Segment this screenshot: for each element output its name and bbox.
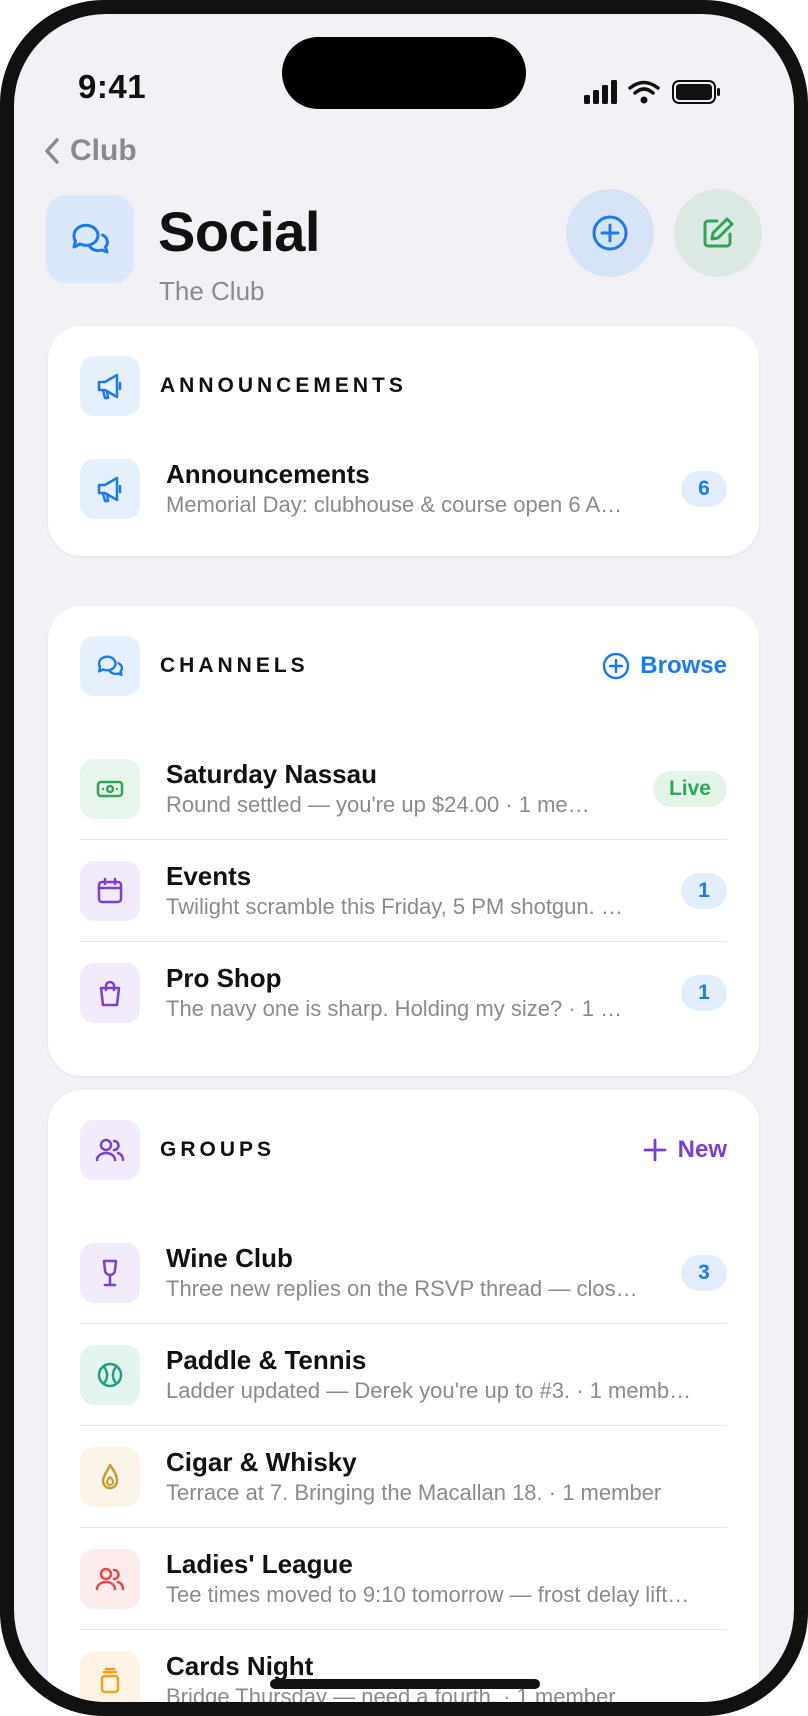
group-row-cards-night[interactable]: Cards Night Bridge Thursday — need a fou…	[80, 1630, 727, 1702]
row-subtitle: The navy one is sharp. Holding my size? …	[166, 996, 623, 1021]
browse-label: Browse	[640, 652, 727, 679]
browse-channels-button[interactable]: Browse	[602, 652, 727, 680]
unread-badge: 1	[681, 975, 727, 1011]
flame-icon	[101, 1463, 119, 1490]
row-subtitle: Tee times moved to 9:10 tomorrow — frost…	[166, 1582, 690, 1607]
row-icon-tile	[80, 1447, 140, 1507]
calendar-icon	[97, 877, 123, 904]
row-title: Pro Shop	[166, 963, 282, 993]
screen: 9:41 Club Social The Club ANNOUNCEMENTS …	[14, 14, 794, 1702]
channel-row-saturday-nassau[interactable]: Saturday Nassau Round settled — you're u…	[80, 738, 727, 840]
groups-card: GROUPS New Wine Club Three new replies o…	[48, 1090, 759, 1702]
new-group-button[interactable]: New	[642, 1136, 727, 1164]
row-title: Saturday Nassau	[166, 759, 377, 789]
tennis-ball-icon	[97, 1362, 123, 1388]
cards-icon	[100, 1667, 120, 1694]
row-icon-tile	[80, 759, 140, 819]
row-title: Wine Club	[166, 1243, 293, 1273]
unread-badge: 3	[681, 1255, 727, 1291]
dynamic-island	[282, 37, 526, 109]
announcements-section-icon-tile	[80, 356, 140, 416]
row-text: Cigar & Whisky Terrace at 7. Bringing th…	[166, 1446, 727, 1508]
plus-circle-icon	[592, 215, 628, 251]
row-icon-tile	[80, 459, 140, 519]
groups-section-icon-tile	[80, 1120, 140, 1180]
live-badge: Live	[652, 771, 727, 807]
row-text: Cards Night Bridge Thursday — need a fou…	[166, 1650, 727, 1702]
row-subtitle: Three new replies on the RSVP thread — c…	[166, 1276, 638, 1301]
row-icon-tile	[80, 1345, 140, 1405]
row-text: Pro Shop The navy one is sharp. Holding …	[166, 962, 663, 1024]
channels-section-title: CHANNELS	[160, 654, 309, 677]
row-text: Paddle & Tennis Ladder updated — Derek y…	[166, 1344, 727, 1406]
back-button[interactable]: Club	[44, 134, 137, 168]
row-title: Paddle & Tennis	[166, 1345, 367, 1375]
row-title: Announcements	[166, 459, 370, 489]
row-text: Wine Club Three new replies on the RSVP …	[166, 1242, 663, 1304]
row-text: Ladies' League Tee times moved to 9:10 t…	[166, 1548, 727, 1610]
row-title: Cigar & Whisky	[166, 1447, 357, 1477]
unread-badge: 1	[681, 873, 727, 909]
chevron-left-icon	[45, 138, 59, 164]
people-icon	[95, 1567, 125, 1591]
battery-icon	[672, 80, 720, 104]
wifi-icon	[628, 80, 660, 104]
wine-glass-icon	[102, 1259, 118, 1287]
row-subtitle: Twilight scramble this Friday, 5 PM shot…	[166, 894, 623, 919]
row-icon-tile	[80, 1243, 140, 1303]
row-text: Announcements Memorial Day: clubhouse & …	[166, 458, 663, 520]
channel-row-events[interactable]: Events Twilight scramble this Friday, 5 …	[80, 840, 727, 942]
row-icon-tile	[80, 1549, 140, 1609]
page-subtitle: The Club	[159, 276, 265, 306]
page-title: Social	[158, 200, 320, 263]
row-text: Saturday Nassau Round settled — you're u…	[166, 758, 635, 820]
chat-bubbles-icon	[72, 223, 109, 254]
announcements-header: ANNOUNCEMENTS	[80, 356, 727, 416]
compose-icon	[703, 217, 734, 248]
row-icon-tile	[80, 861, 140, 921]
row-subtitle: Ladder updated — Derek you're up to #3. …	[166, 1378, 692, 1403]
device-frame: 9:41 Club Social The Club ANNOUNCEMENTS …	[0, 0, 808, 1716]
groups-header: GROUPS New	[80, 1120, 727, 1180]
megaphone-icon	[97, 476, 122, 503]
row-title: Ladies' League	[166, 1549, 353, 1579]
row-title: Events	[166, 861, 252, 891]
compose-button[interactable]	[674, 189, 762, 277]
plus-circle-icon	[603, 652, 630, 680]
status-time: 9:41	[78, 68, 147, 105]
row-subtitle: Memorial Day: clubhouse & course open 6 …	[166, 492, 623, 517]
channels-section-icon-tile	[80, 636, 140, 696]
chat-bubbles-icon	[97, 655, 124, 677]
channels-card: CHANNELS Browse Saturday Nassau Round se…	[48, 606, 759, 1076]
group-row-paddle-tennis[interactable]: Paddle & Tennis Ladder updated — Derek y…	[80, 1324, 727, 1426]
row-icon-tile	[80, 963, 140, 1023]
shopping-bag-icon	[99, 980, 121, 1007]
announcements-card: ANNOUNCEMENTS Announcements Memorial Day…	[48, 326, 759, 556]
channels-header: CHANNELS Browse	[80, 636, 727, 696]
row-text: Events Twilight scramble this Friday, 5 …	[166, 860, 663, 922]
unread-badge: 6	[681, 471, 727, 507]
row-subtitle: Round settled — you're up $24.00 · 1 me…	[166, 792, 590, 817]
group-row-cigar-whisky[interactable]: Cigar & Whisky Terrace at 7. Bringing th…	[80, 1426, 727, 1528]
announcement-row[interactable]: Announcements Memorial Day: clubhouse & …	[80, 438, 727, 540]
new-label: New	[677, 1136, 727, 1163]
cash-icon	[96, 780, 124, 798]
add-button[interactable]	[566, 189, 654, 277]
groups-section-title: GROUPS	[160, 1138, 276, 1161]
announcements-section-title: ANNOUNCEMENTS	[160, 374, 407, 397]
group-row-wine-club[interactable]: Wine Club Three new replies on the RSVP …	[80, 1222, 727, 1324]
row-subtitle: Terrace at 7. Bringing the Macallan 18. …	[166, 1480, 662, 1505]
home-indicator[interactable]	[270, 1679, 540, 1689]
row-icon-tile	[80, 1651, 140, 1702]
plus-icon	[643, 1138, 667, 1162]
people-icon	[95, 1138, 125, 1162]
group-row-ladies-league[interactable]: Ladies' League Tee times moved to 9:10 t…	[80, 1528, 727, 1630]
back-label: Club	[70, 134, 137, 167]
channel-row-pro-shop[interactable]: Pro Shop The navy one is sharp. Holding …	[80, 942, 727, 1044]
megaphone-icon	[97, 373, 122, 400]
row-title: Cards Night	[166, 1651, 314, 1681]
header-chat-icon-tile	[46, 195, 134, 283]
cellular-signal-icon	[584, 80, 617, 104]
